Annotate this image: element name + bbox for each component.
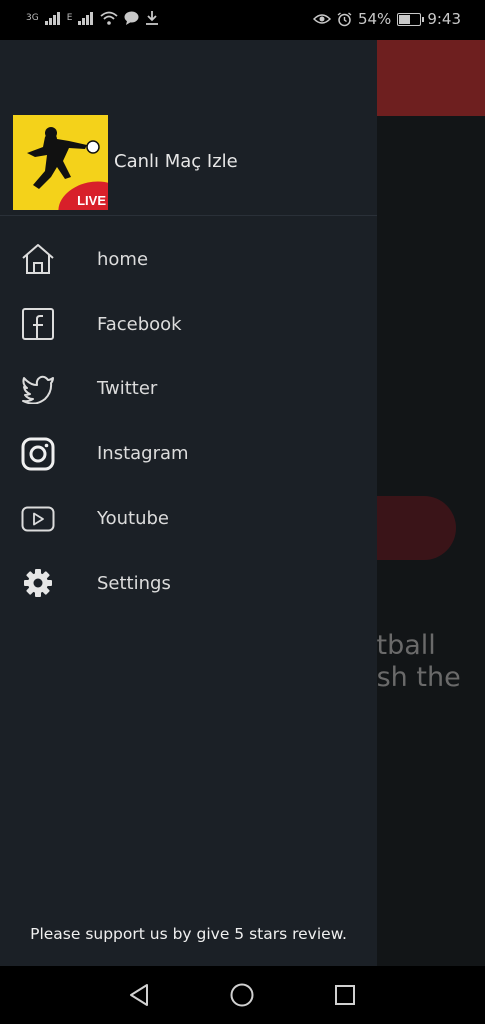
signal-icon	[44, 11, 61, 25]
menu-item-label: home	[97, 248, 149, 270]
back-triangle-icon	[130, 984, 148, 1006]
signal-icon-2	[78, 11, 94, 25]
battery-icon	[397, 12, 425, 26]
eye-icon	[312, 14, 331, 24]
alarm-icon	[337, 11, 352, 26]
home-circle-icon	[230, 983, 254, 1007]
menu-item-label: Instagram	[97, 443, 189, 465]
menu-item-home[interactable]: home	[0, 227, 377, 292]
app-logo: LIVE	[13, 115, 108, 210]
support-review-text[interactable]: Please support us by give 5 stars review…	[0, 925, 377, 943]
menu-item-label: Youtube	[97, 508, 169, 530]
recents-square-icon	[335, 985, 355, 1005]
twitter-icon	[20, 371, 56, 407]
clock: 9:43	[427, 10, 461, 28]
menu-item-youtube[interactable]: Youtube	[0, 486, 377, 551]
battery-percent: 54%	[357, 10, 392, 28]
drawer-header: LIVE Canlı Maç Izle	[0, 40, 377, 216]
system-nav-bar	[0, 966, 485, 1024]
home-button[interactable]	[227, 980, 257, 1010]
back-button[interactable]	[124, 980, 154, 1010]
recents-button[interactable]	[330, 980, 360, 1010]
menu-item-label: Twitter	[97, 378, 158, 400]
live-badge: LIVE	[77, 193, 106, 208]
menu-item-settings[interactable]: Settings	[0, 551, 377, 616]
instagram-icon	[20, 436, 56, 472]
status-left: 3G E	[26, 10, 159, 25]
app-name: Canlı Maç Izle	[114, 151, 238, 172]
gear-icon	[20, 565, 56, 601]
status-bar: 3G E 54% 9:43	[0, 0, 485, 40]
menu-item-facebook[interactable]: Facebook	[0, 292, 377, 357]
navigation-drawer: LIVE Canlı Maç Izle home Facebook Twitte…	[0, 40, 377, 966]
download-icon	[146, 11, 159, 25]
menu-item-twitter[interactable]: Twitter	[0, 357, 377, 422]
youtube-icon	[20, 501, 56, 537]
menu-item-instagram[interactable]: Instagram	[0, 421, 377, 486]
menu-item-label: Settings	[97, 572, 171, 594]
network-type-2: E	[66, 12, 73, 23]
chat-icon	[124, 11, 139, 25]
network-type-1: 3G	[26, 12, 39, 23]
home-icon	[20, 241, 56, 277]
drawer-menu: home Facebook Twitter Instagram Youtube	[0, 227, 377, 616]
menu-item-label: Facebook	[97, 313, 182, 335]
wifi-icon	[100, 11, 118, 25]
facebook-icon	[20, 306, 56, 342]
status-right: 54% 9:43	[312, 10, 461, 28]
